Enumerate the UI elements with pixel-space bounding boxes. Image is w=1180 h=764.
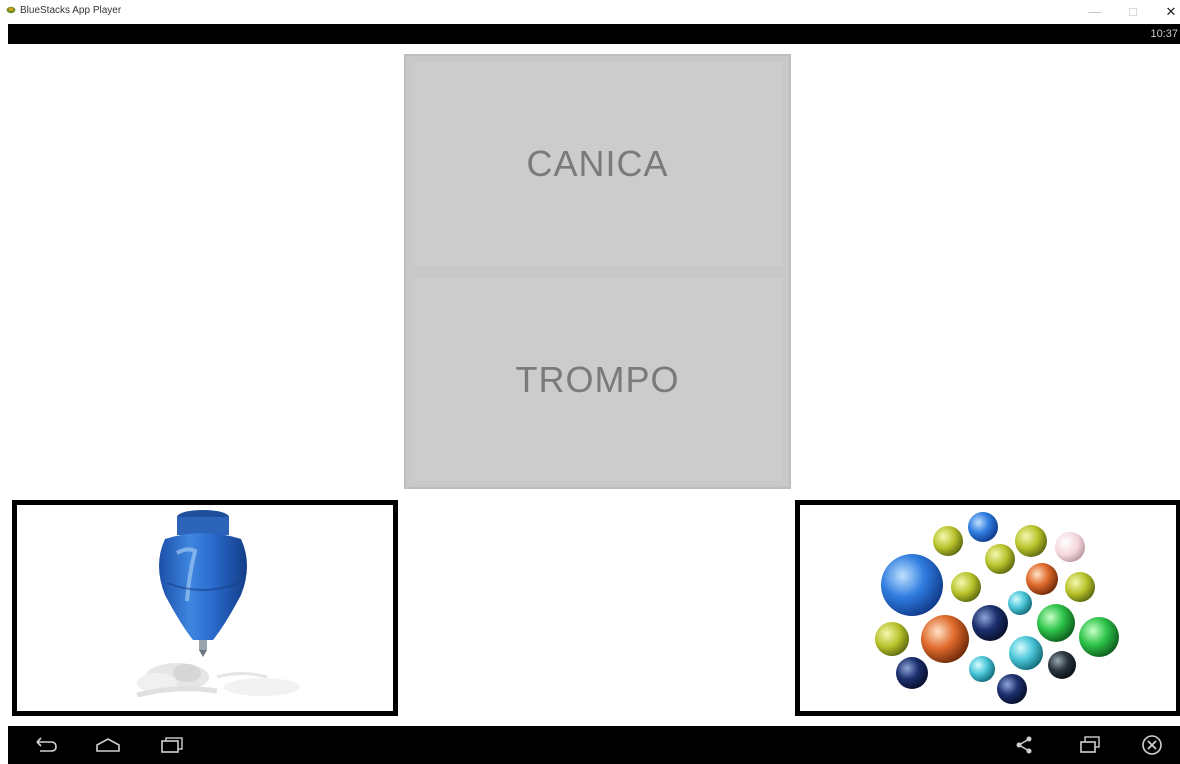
- share-icon[interactable]: [1006, 730, 1042, 760]
- close-circle-icon[interactable]: [1134, 730, 1170, 760]
- image-card-spinning-top[interactable]: [12, 500, 398, 716]
- recent-apps-icon[interactable]: [154, 730, 190, 760]
- rotate-icon[interactable]: [1072, 730, 1108, 760]
- minimize-icon[interactable]: —: [1080, 2, 1110, 22]
- image-card-marbles[interactable]: [795, 500, 1180, 716]
- marbles-image: [875, 512, 1119, 704]
- window-title-bar: BlueStacks App Player — □ ✕: [0, 0, 1180, 24]
- close-icon[interactable]: ✕: [1156, 2, 1180, 22]
- spinning-top-image: [136, 510, 300, 698]
- status-bar: 10:37: [8, 24, 1180, 44]
- bluestacks-logo-icon: [6, 6, 16, 14]
- status-clock: 10:37: [1150, 28, 1178, 40]
- home-icon[interactable]: [90, 730, 126, 760]
- word-option-trompo[interactable]: TROMPO: [412, 278, 783, 481]
- navigation-bar: [8, 726, 1180, 764]
- maximize-icon[interactable]: □: [1118, 2, 1148, 22]
- word-option-canica[interactable]: CANICA: [412, 62, 783, 266]
- window-title: BlueStacks App Player: [20, 5, 122, 16]
- word-panel: CANICA TROMPO: [404, 54, 791, 489]
- game-area: CANICA TROMPO: [8, 44, 1180, 726]
- back-icon[interactable]: [28, 730, 64, 760]
